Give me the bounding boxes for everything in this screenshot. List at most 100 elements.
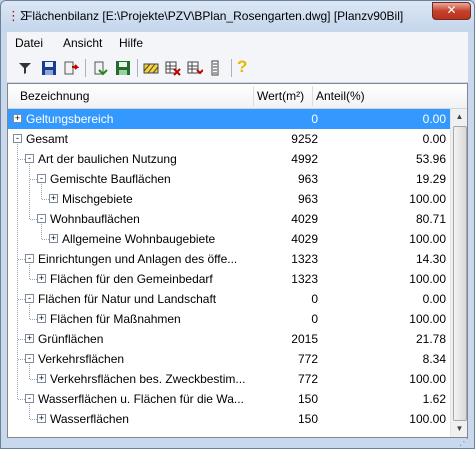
row-value: 772 (297, 352, 318, 366)
row-label: Grünflächen (38, 332, 104, 346)
table-row[interactable]: + Grünflächen 2015 21.78 (8, 329, 450, 349)
row-value: 0 (311, 312, 318, 326)
row-label: Allgemeine Wohnbaugebiete (62, 232, 216, 246)
column-header-bezeichnung[interactable]: Bezeichnung (20, 84, 89, 108)
collapse-icon[interactable]: - (37, 174, 46, 183)
row-share: 80.71 (415, 212, 446, 226)
table-row[interactable]: + Wasserflächen 150 100.00 (8, 409, 450, 429)
toolbar: ? (7, 54, 468, 82)
toolbar-separator (137, 59, 138, 77)
row-share: 100.00 (409, 272, 446, 286)
scroll-up-button[interactable]: ▲ (452, 109, 467, 125)
expand-icon[interactable]: + (37, 274, 46, 283)
table-import-icon[interactable] (187, 60, 203, 76)
scroll-thumb[interactable] (453, 126, 467, 421)
tree-connector (42, 239, 49, 240)
tree-connector (18, 299, 25, 300)
collapse-icon[interactable]: - (25, 154, 34, 163)
table-row[interactable]: + Geltungsbereich 0 0.00 (8, 109, 450, 129)
expand-icon[interactable]: + (49, 234, 58, 243)
row-label: Art der baulichen Nutzung (38, 152, 177, 166)
column-divider[interactable] (253, 86, 254, 106)
table-row[interactable]: + Flächen für Maßnahmen 0 100.00 (8, 309, 450, 329)
collapse-icon[interactable]: - (37, 214, 46, 223)
row-label: Flächen für den Gemeinbedarf (50, 272, 213, 286)
row-share: 100.00 (409, 312, 446, 326)
table-row[interactable]: - Wasserflächen u. Flächen für die Wa... 1… (8, 389, 450, 409)
row-share: 100.00 (409, 232, 446, 246)
table-export-icon[interactable] (165, 60, 181, 76)
row-share: 100.00 (409, 412, 446, 426)
row-label: Wohnbauflächen (50, 212, 140, 226)
save-green-icon[interactable] (115, 60, 131, 76)
resize-grip-icon[interactable]: ⋰ (459, 437, 471, 448)
table-header: Bezeichnung Wert(m²) Anteil(%) (8, 84, 467, 109)
row-value: 0 (311, 112, 318, 126)
expand-icon[interactable]: + (37, 414, 46, 423)
row-value: 963 (297, 172, 318, 186)
expand-icon[interactable]: + (25, 334, 34, 343)
table-row[interactable]: + Verkehrsflächen bes. Zweckbestim... 772 1… (8, 369, 450, 389)
title-bar[interactable]: ⋮Σ Flächenbilanz [E:\Projekte\PZV\BPlan_… (1, 1, 474, 31)
tree-connector (18, 259, 25, 260)
table-row[interactable]: - Flächen für Natur und Landschaft 0 0.00 (8, 289, 450, 309)
collapse-icon[interactable]: - (25, 254, 34, 263)
table-row[interactable]: + Mischgebiete 963 100.00 (8, 189, 450, 209)
row-value: 772 (297, 372, 318, 386)
row-value: 150 (297, 412, 318, 426)
table-row[interactable]: + Allgemeine Wohnbaugebiete 4029 100.00 (8, 229, 450, 249)
sigma-app-icon: ⋮Σ (7, 8, 29, 23)
tree-connector (30, 279, 37, 280)
row-label: Flächen für Natur und Landschaft (38, 292, 217, 306)
table-row[interactable]: - Gemischte Bauflächen 963 19.29 (8, 169, 450, 189)
close-button[interactable]: ✕ (432, 2, 471, 20)
tree-connector (41, 224, 42, 239)
tree-connector (30, 219, 37, 220)
table-row[interactable]: + Flächen für den Gemeinbedarf 1323 100.00 (8, 269, 450, 289)
hatch-icon[interactable] (143, 60, 159, 76)
row-value: 1323 (291, 272, 318, 286)
row-share: 14.30 (415, 252, 446, 266)
tree-connector (29, 304, 30, 319)
filter-icon[interactable] (17, 60, 33, 76)
tree-connector (18, 159, 25, 160)
table-row[interactable]: - Art der baulichen Nutzung 4992 53.96 (8, 149, 450, 169)
table-row[interactable]: - Einrichtungen und Anlagen des öffe... 13… (8, 249, 450, 269)
table-row[interactable]: - Gesamt 9252 0.00 (8, 129, 450, 149)
column-divider[interactable] (312, 86, 313, 106)
help-icon[interactable]: ? (237, 58, 253, 76)
column-header-wert[interactable]: Wert(m²) (257, 84, 304, 108)
expand-icon[interactable]: + (13, 114, 22, 123)
menu-datei[interactable]: Datei (15, 36, 43, 50)
save-icon[interactable] (41, 60, 57, 76)
row-value: 4029 (291, 212, 318, 226)
export-icon[interactable] (63, 60, 79, 76)
tree-connector (29, 264, 30, 279)
scroll-down-button[interactable]: ▼ (452, 421, 467, 437)
column-header-anteil[interactable]: Anteil(%) (316, 84, 365, 108)
toolbar-separator (85, 59, 86, 77)
menu-ansicht[interactable]: Ansicht (63, 36, 102, 50)
collapse-icon[interactable]: - (25, 394, 34, 403)
row-value: 150 (297, 392, 318, 406)
row-share: 0.00 (422, 112, 446, 126)
list-icon[interactable] (209, 60, 225, 76)
collapse-icon[interactable]: - (25, 354, 34, 363)
row-value: 4029 (291, 232, 318, 246)
collapse-icon[interactable]: - (13, 134, 22, 143)
tree-connector (29, 364, 30, 379)
tree-connector (41, 184, 42, 199)
vertical-scrollbar[interactable]: ▲ ▼ (450, 109, 467, 437)
collapse-icon[interactable]: - (25, 294, 34, 303)
expand-icon[interactable]: + (37, 374, 46, 383)
menu-hilfe[interactable]: Hilfe (119, 36, 143, 50)
table-row[interactable]: - Wohnbauflächen 4029 80.71 (8, 209, 450, 229)
row-label: Verkehrsflächen (38, 352, 125, 366)
table-row[interactable]: - Verkehrsflächen 772 8.34 (8, 349, 450, 369)
row-label: Gemischte Bauflächen (50, 172, 171, 186)
row-share: 0.00 (422, 292, 446, 306)
expand-icon[interactable]: + (37, 314, 46, 323)
expand-icon[interactable]: + (49, 194, 58, 203)
tree-connector (30, 419, 37, 420)
import-icon[interactable] (93, 60, 109, 76)
